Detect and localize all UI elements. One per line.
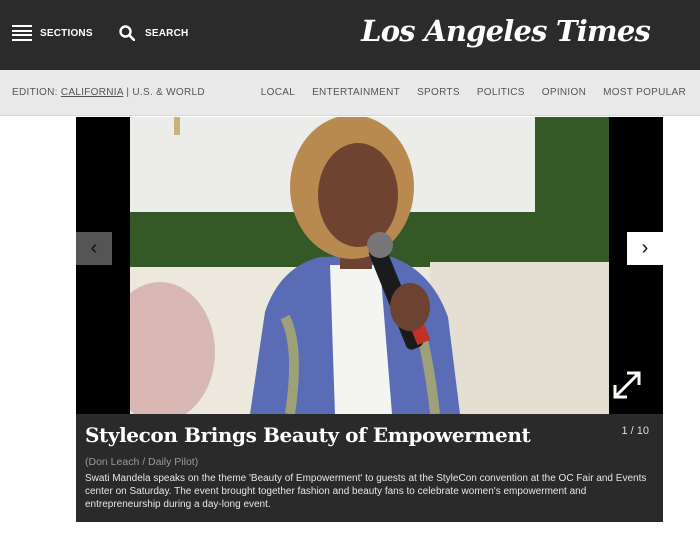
search-icon bbox=[119, 25, 135, 41]
next-photo-button[interactable]: › bbox=[627, 232, 663, 265]
chevron-right-icon: › bbox=[641, 237, 649, 259]
photo-gallery: ‹ › Stylecon Brings Beauty of Empowermen… bbox=[76, 117, 663, 522]
edition-selector: EDITION: CALIFORNIA | U.S. & WORLD bbox=[12, 87, 205, 98]
edition-california-link[interactable]: CALIFORNIA bbox=[61, 87, 123, 98]
nav-link-local[interactable]: LOCAL bbox=[261, 87, 295, 98]
site-header: SECTIONS SEARCH Los Angeles Times bbox=[0, 0, 700, 70]
nav-link-entertainment[interactable]: ENTERTAINMENT bbox=[312, 87, 400, 98]
gallery-headline: Stylecon Brings Beauty of Empowerment bbox=[85, 423, 531, 447]
edition-separator: | bbox=[126, 87, 130, 98]
sections-label: SECTIONS bbox=[40, 27, 93, 39]
expand-icon bbox=[613, 371, 641, 399]
edition-us-world-link[interactable]: U.S. & WORLD bbox=[132, 87, 205, 98]
search-label: SEARCH bbox=[145, 27, 189, 39]
nav-link-sports[interactable]: SPORTS bbox=[417, 87, 460, 98]
nav-link-opinion[interactable]: OPINION bbox=[542, 87, 586, 98]
photo-credit: (Don Leach / Daily Pilot) bbox=[85, 456, 199, 468]
nav-link-politics[interactable]: POLITICS bbox=[477, 87, 525, 98]
sections-menu-button[interactable]: SECTIONS bbox=[12, 23, 93, 43]
previous-photo-button[interactable]: ‹ bbox=[76, 232, 112, 265]
chevron-left-icon: ‹ bbox=[90, 237, 98, 259]
section-links: LOCAL ENTERTAINMENT SPORTS POLITICS OPIN… bbox=[244, 87, 686, 98]
site-logo[interactable]: Los Angeles Times bbox=[361, 14, 651, 48]
nav-link-most-popular[interactable]: MOST POPULAR bbox=[603, 87, 686, 98]
gallery-photo bbox=[130, 117, 609, 414]
edition-prefix: EDITION: bbox=[12, 87, 58, 98]
speaker-photo-illustration bbox=[130, 117, 609, 414]
photo-description: Swati Mandela speaks on the theme 'Beaut… bbox=[85, 473, 647, 510]
search-button[interactable]: SEARCH bbox=[119, 23, 188, 43]
fullscreen-button[interactable] bbox=[609, 367, 645, 403]
photo-caption: Stylecon Brings Beauty of Empowerment 1 … bbox=[76, 414, 663, 522]
hamburger-icon bbox=[12, 25, 32, 41]
secondary-nav: EDITION: CALIFORNIA | U.S. & WORLD LOCAL… bbox=[0, 70, 700, 116]
photo-counter: 1 / 10 bbox=[621, 425, 649, 437]
